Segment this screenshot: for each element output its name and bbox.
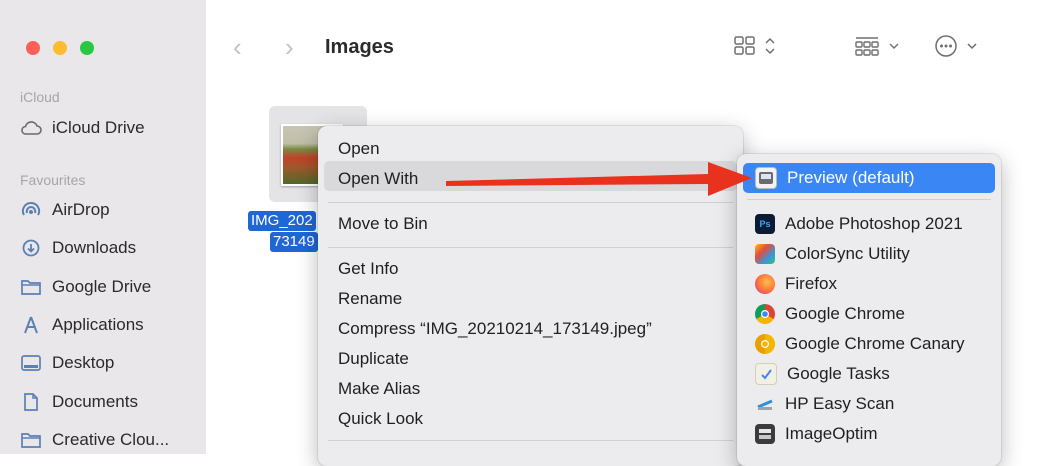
finder-window: iCloud iCloud Drive Favourites AirDrop D… — [0, 0, 1053, 466]
annotation-arrow — [446, 162, 752, 196]
